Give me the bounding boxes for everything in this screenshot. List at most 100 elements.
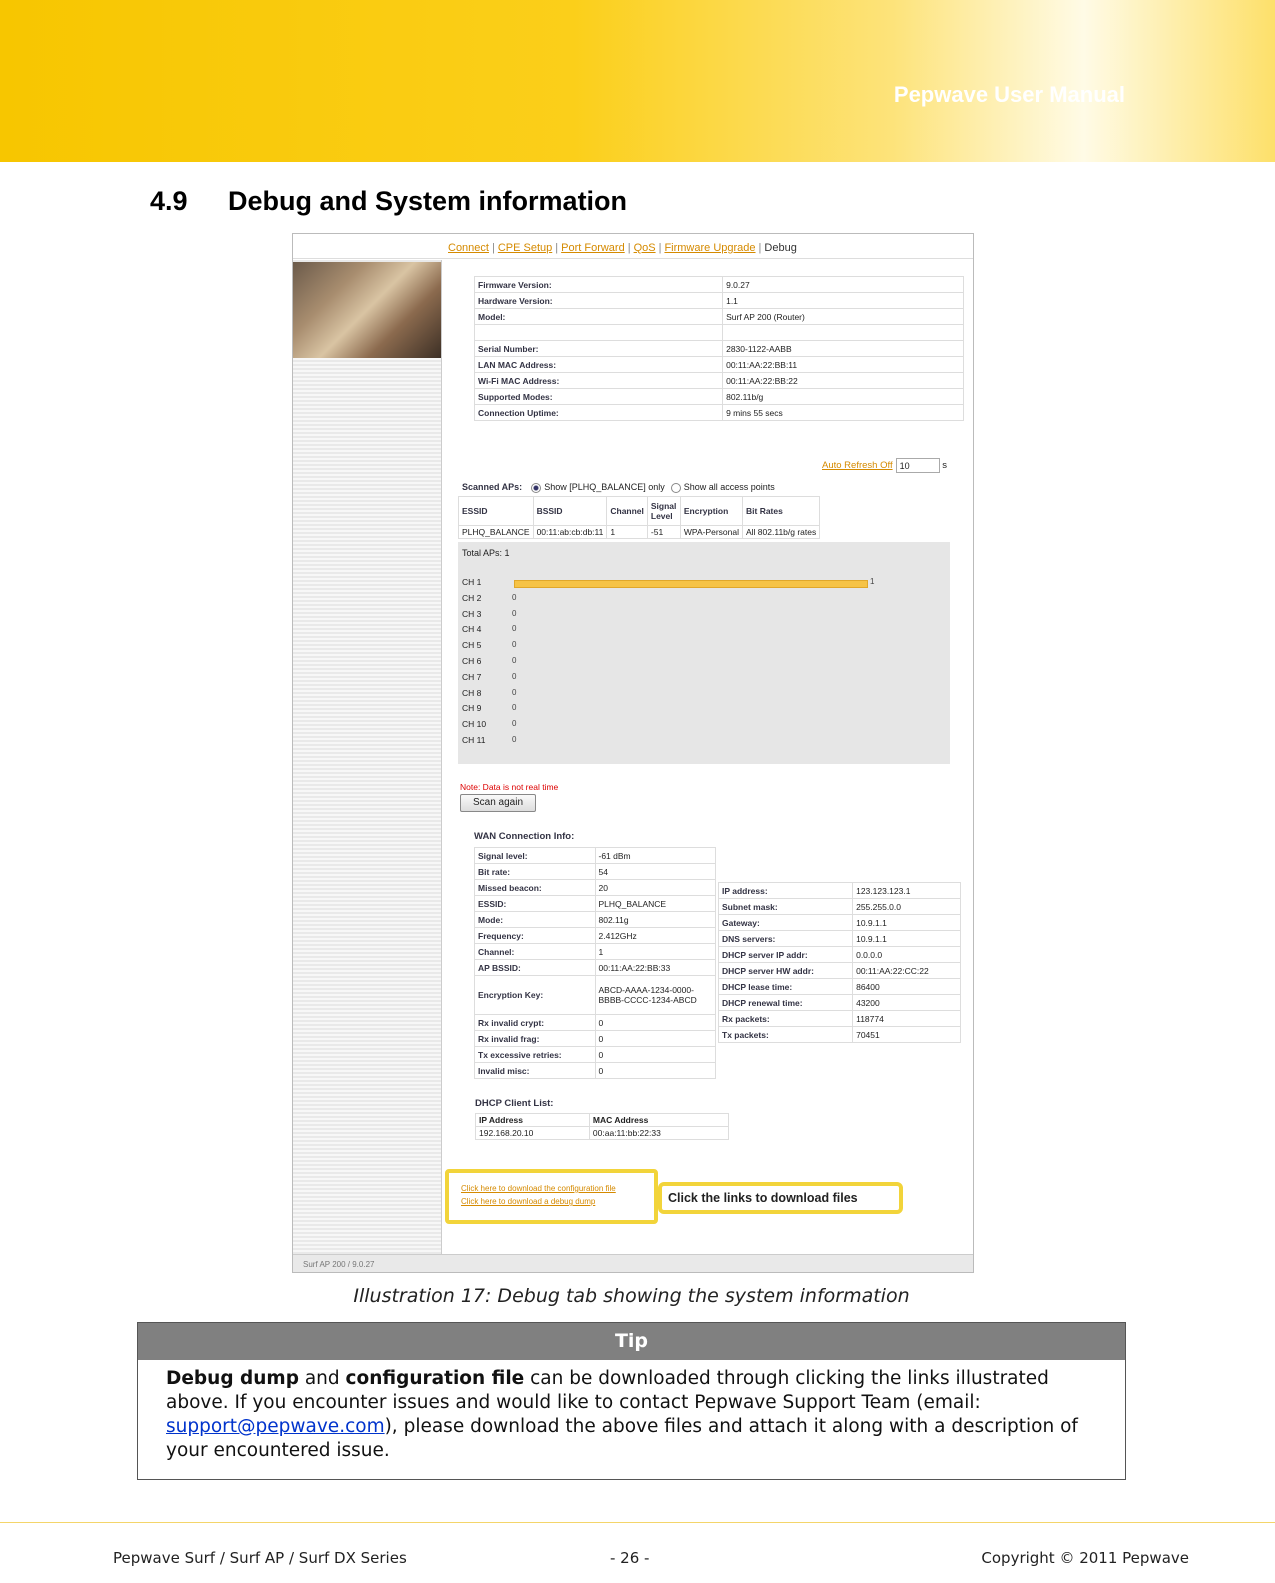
nav-debug[interactable]: Debug xyxy=(764,242,796,254)
ap-cell: WPA-Personal xyxy=(679,525,744,539)
channel-bar xyxy=(514,580,868,588)
channel-label: CH 9 xyxy=(462,703,482,714)
tip-bold-debug-dump: Debug dump xyxy=(166,1368,299,1389)
kv-row: Tx packets: 70451 xyxy=(717,1026,961,1043)
kv-key: Rx invalid frag: xyxy=(474,1030,596,1047)
kv-key: AP BSSID: xyxy=(474,959,596,976)
kv-value: Surf AP 200 (Router) xyxy=(722,308,964,325)
kv-row: Firmware Version: 9.0.27 xyxy=(473,276,964,293)
nav-port-forward[interactable]: Port Forward xyxy=(561,242,625,254)
ap-cell: 1 xyxy=(606,525,648,539)
header-band xyxy=(0,0,1275,162)
radio-label-show-all: Show all access points xyxy=(683,482,775,492)
channel-count: 0 xyxy=(512,592,517,602)
kv-row: LAN MAC Address: 00:11:AA:22:BB:11 xyxy=(473,356,964,373)
channel-count: 1 xyxy=(870,577,875,586)
radio-show-balance-only[interactable] xyxy=(531,482,542,493)
kv-row: DNS servers: 10.9.1.1 xyxy=(717,930,961,947)
data-note: Note: Data is not real time xyxy=(460,782,559,792)
download-debug-dump-link[interactable]: Click here to download a debug dump xyxy=(461,1197,595,1206)
nav-cpe-setup[interactable]: CPE Setup xyxy=(498,242,552,254)
kv-value: PLHQ_BALANCE xyxy=(594,895,716,912)
kv-key: Model: xyxy=(473,308,724,325)
refresh-interval-input[interactable]: 10 xyxy=(895,458,940,473)
nav-links: Connect | CPE Setup | Port Forward | QoS | Firmw… xyxy=(448,242,797,254)
kv-value: 9 mins 55 secs xyxy=(722,404,964,421)
channel-count: 0 xyxy=(512,671,517,681)
kv-row: Tx excessive retries: 0 xyxy=(474,1046,716,1063)
kv-key: ESSID: xyxy=(474,895,596,912)
kv-row xyxy=(473,324,964,341)
kv-value: 802.11g xyxy=(594,911,716,928)
channel-row: CH 9 0 xyxy=(462,703,516,715)
kv-row: Serial Number: 2830-1122-AABB xyxy=(473,340,964,357)
dhcp-mac: 00:aa:11:bb:22:33 xyxy=(588,1126,730,1140)
kv-key: Signal level: xyxy=(474,847,596,864)
kv-key: Connection Uptime: xyxy=(473,404,724,421)
kv-key: Wi-Fi MAC Address: xyxy=(473,372,724,389)
tip-bold-config-file: configuration file xyxy=(345,1368,525,1389)
kv-value: 00:11:AA:22:BB:22 xyxy=(722,372,964,389)
kv-value: 20 xyxy=(594,879,716,896)
content-area: Firmware Version: 9.0.27 Hardware Version:… xyxy=(441,260,973,1254)
wan-title: WAN Connection Info: xyxy=(474,831,575,842)
ap-col-header: Encryption xyxy=(679,496,744,526)
kv-value: 54 xyxy=(594,863,716,880)
firmware-footer: Surf AP 200 / 9.0.27 xyxy=(303,1260,375,1269)
dhcp-col-mac: MAC Address xyxy=(588,1113,730,1127)
channel-label: CH 8 xyxy=(462,687,482,698)
kv-key: Serial Number: xyxy=(473,340,724,357)
kv-value: 9.0.27 xyxy=(722,276,964,293)
kv-key: Hardware Version: xyxy=(473,292,724,309)
nav-connect[interactable]: Connect xyxy=(448,242,489,254)
kv-value: 70451 xyxy=(852,1026,961,1043)
kv-value: 00:11:AA:22:BB:33 xyxy=(594,959,716,976)
figure-caption: Illustration 17: Debug tab showing the s… xyxy=(353,1285,910,1307)
channel-count: 0 xyxy=(512,608,517,618)
ap-col-header: Channel xyxy=(606,496,648,526)
section-title: Debug and System information xyxy=(228,186,628,216)
nav-qos[interactable]: QoS xyxy=(634,242,656,254)
radio-show-all[interactable] xyxy=(670,482,681,493)
support-email-link[interactable]: support@pepwave.com xyxy=(166,1416,385,1437)
ap-col-header: Signal Level xyxy=(646,496,681,526)
dhcp-ip: 192.168.20.10 xyxy=(475,1126,590,1140)
scan-again-button[interactable]: Scan again xyxy=(460,794,536,812)
dhcp-col-ip: IP Address xyxy=(475,1113,590,1127)
auto-refresh-link[interactable]: Auto Refresh Off xyxy=(822,460,893,471)
kv-key: Encryption Key: xyxy=(474,975,596,1015)
kv-value: 2.412GHz xyxy=(594,927,716,944)
kv-key: Missed beacon: xyxy=(474,879,596,896)
channel-count: 0 xyxy=(512,624,517,634)
channel-count: 0 xyxy=(512,687,517,697)
kv-value: 0.0.0.0 xyxy=(852,946,961,963)
kv-value: -61 dBm xyxy=(594,847,716,864)
callout-label: Click the links to download files xyxy=(658,1182,903,1214)
channel-chart: Total APs: 1 CH 1 1 CH 2 0 CH 3 0 CH 4 0 CH 5 0 CH… xyxy=(458,542,950,764)
kv-row: DHCP lease time: 86400 xyxy=(717,978,961,995)
scan-filter: Scanned APs: Show [PLHQ_BALANCE] only Show… xyxy=(462,482,775,493)
kv-key: DHCP renewal time: xyxy=(717,994,854,1011)
kv-row: DHCP server HW addr: 00:11:AA:22:CC:22 xyxy=(717,962,961,979)
kv-value: 10.9.1.1 xyxy=(852,914,961,931)
tip-text-1: and xyxy=(298,1368,346,1389)
kv-key: Subnet mask: xyxy=(717,898,854,915)
kv-row: Connection Uptime: 9 mins 55 secs xyxy=(473,404,964,421)
page-number: - 26 - xyxy=(610,1549,650,1567)
kv-value: 123.123.123.1 xyxy=(852,882,961,899)
channel-label: CH 7 xyxy=(462,671,482,682)
kv-value: 0 xyxy=(594,1030,716,1047)
nav-firmware-upgrade[interactable]: Firmware Upgrade xyxy=(664,242,755,254)
kv-row: DHCP renewal time: 43200 xyxy=(717,994,961,1011)
download-config-link[interactable]: Click here to download the configuration… xyxy=(461,1184,616,1193)
kv-key: Gateway: xyxy=(717,914,854,931)
kv-row: Subnet mask: 255.255.0.0 xyxy=(717,898,961,915)
kv-key: Mode: xyxy=(474,911,596,928)
channel-label: CH 5 xyxy=(462,640,482,651)
kv-value xyxy=(722,324,964,341)
channel-row: CH 3 0 xyxy=(462,609,516,621)
kv-value: 1.1 xyxy=(722,292,964,309)
tip-body: Debug dump and configuration file can be… xyxy=(138,1360,1125,1463)
copyright: Copyright © 2011 Pepwave xyxy=(981,1549,1189,1567)
channel-label: CH 10 xyxy=(462,719,487,730)
